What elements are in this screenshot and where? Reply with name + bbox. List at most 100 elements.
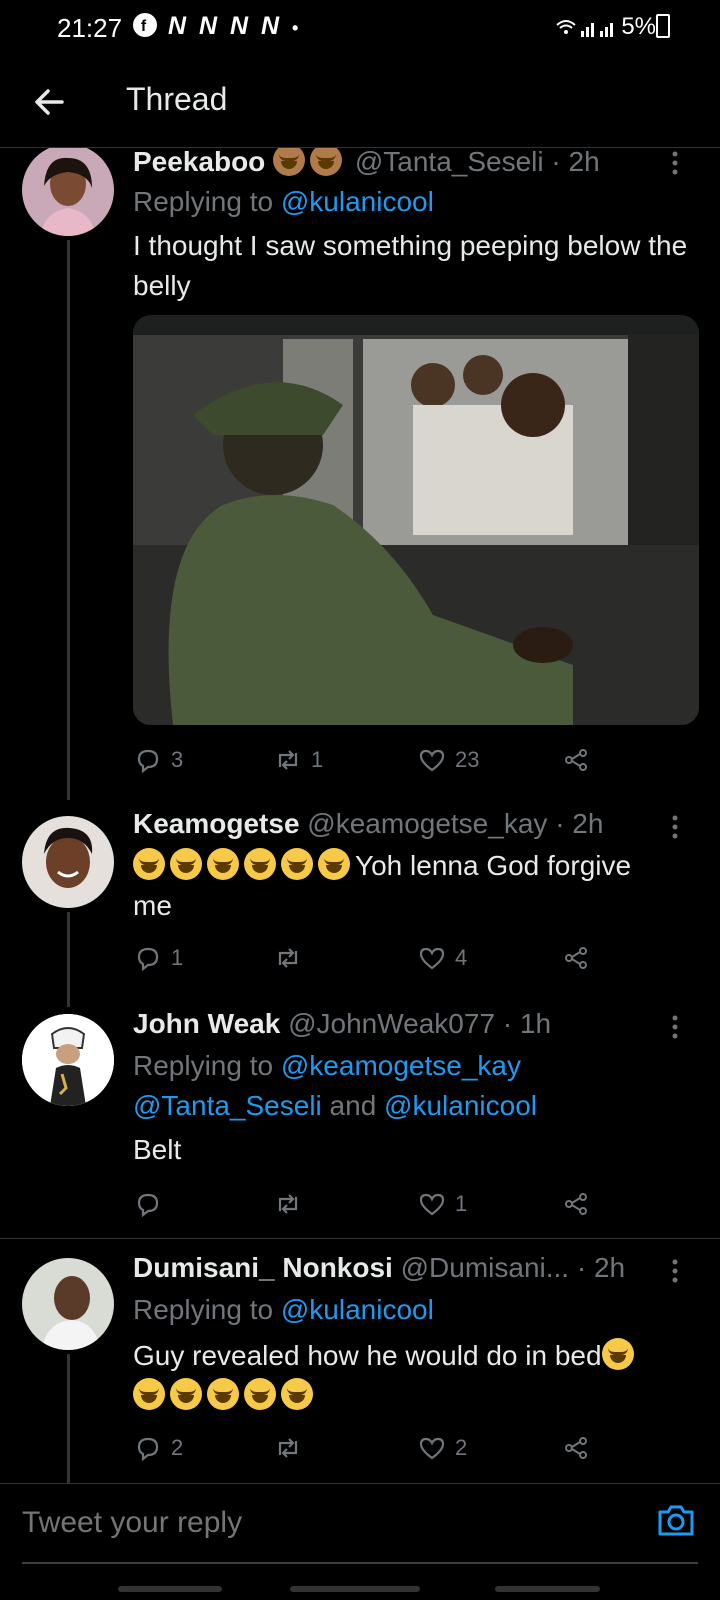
see-no-evil-monkey-emoji bbox=[273, 148, 306, 176]
retweet-button[interactable]: 1 bbox=[273, 740, 323, 780]
like-count: 4 bbox=[455, 945, 468, 970]
status-right: 5% bbox=[555, 13, 656, 41]
tweet-peekaboo[interactable]: Peekaboo @Tanta_Seseli · 2h Replying to … bbox=[0, 148, 720, 800]
share-button[interactable] bbox=[561, 1428, 591, 1468]
reply-button[interactable]: 1 bbox=[133, 938, 183, 978]
back-arrow-icon[interactable] bbox=[28, 80, 72, 124]
tweet-text: Guy revealed how he would do in bed bbox=[133, 1340, 602, 1371]
and-label: and bbox=[329, 1090, 377, 1121]
battery-icon bbox=[656, 14, 670, 38]
reply-count: 3 bbox=[171, 747, 184, 772]
tweet-time: · 2h bbox=[576, 1252, 626, 1283]
like-button[interactable]: 2 bbox=[417, 1428, 467, 1468]
tweet-header: John Weak @JohnWeak077 · 1h bbox=[133, 1008, 660, 1040]
reply-icon bbox=[137, 1437, 159, 1462]
like-icon bbox=[419, 1193, 445, 1216]
retweet-icon bbox=[278, 750, 298, 770]
tweet-divider bbox=[0, 1238, 720, 1239]
mention-link[interactable]: @kulanicool bbox=[281, 186, 434, 217]
photo-image bbox=[133, 315, 699, 725]
tears-of-joy-emoji bbox=[207, 1378, 239, 1410]
mention-link[interactable]: @Tanta_Seseli bbox=[133, 1090, 322, 1121]
display-name[interactable]: John Weak bbox=[133, 1008, 280, 1039]
tears-of-joy-emoji bbox=[133, 1378, 165, 1410]
avatar[interactable] bbox=[22, 1014, 114, 1106]
reply-count: 1 bbox=[171, 945, 184, 970]
nav-gesture-bar bbox=[290, 1586, 420, 1592]
display-name[interactable]: Dumisani_ Nonkosi bbox=[133, 1252, 393, 1283]
tweet-header: Peekaboo @Tanta_Seseli · 2h bbox=[133, 148, 660, 178]
share-button[interactable] bbox=[561, 740, 591, 780]
tears-of-joy-emoji bbox=[281, 848, 313, 880]
retweet-button[interactable] bbox=[273, 1184, 303, 1224]
retweet-icon bbox=[278, 948, 298, 968]
tweet-dumisani[interactable]: Dumisani_ Nonkosi @Dumisani... · 2h Repl… bbox=[0, 1252, 720, 1483]
tweet-time: · 2h bbox=[551, 148, 600, 177]
mention-link[interactable]: @kulanicool bbox=[281, 1294, 434, 1325]
mention-link[interactable]: @keamogetse_kay bbox=[281, 1050, 521, 1081]
reply-button[interactable]: 3 bbox=[133, 740, 183, 780]
thread-line bbox=[67, 240, 70, 800]
compose-underline bbox=[22, 1562, 698, 1564]
camera-icon[interactable] bbox=[654, 1498, 698, 1542]
tweet-reply-input[interactable] bbox=[22, 1506, 622, 1540]
user-handle[interactable]: @Tanta_Seseli bbox=[355, 148, 544, 177]
replying-to: Replying to @kulanicool bbox=[133, 182, 434, 222]
avatar[interactable] bbox=[22, 1258, 114, 1350]
svg-text:f: f bbox=[141, 18, 149, 35]
like-button[interactable]: 1 bbox=[417, 1184, 467, 1224]
reply-button[interactable] bbox=[133, 1184, 163, 1224]
avatar-image bbox=[22, 1014, 114, 1106]
more-icon[interactable] bbox=[670, 814, 680, 840]
replying-label: Replying to bbox=[133, 186, 274, 217]
page-title: Thread bbox=[126, 81, 228, 117]
tweet-photo[interactable] bbox=[133, 315, 699, 725]
reply-compose-bar bbox=[0, 1483, 720, 1600]
user-handle[interactable]: @Dumisani... bbox=[401, 1252, 569, 1283]
notification-letters: N N N N bbox=[167, 12, 283, 40]
display-name[interactable]: Keamogetse bbox=[133, 808, 300, 839]
retweet-button[interactable] bbox=[273, 1428, 303, 1468]
share-icon bbox=[565, 1437, 587, 1459]
share-icon bbox=[565, 947, 587, 969]
share-icon bbox=[565, 1193, 587, 1215]
tears-of-joy-emoji bbox=[170, 848, 202, 880]
tears-of-joy-emoji bbox=[133, 848, 165, 880]
like-count: 1 bbox=[455, 1191, 468, 1216]
avatar-image bbox=[22, 1258, 114, 1350]
thread-feed[interactable]: Peekaboo @Tanta_Seseli · 2h Replying to … bbox=[0, 148, 720, 1483]
share-button[interactable] bbox=[561, 1184, 591, 1224]
user-handle[interactable]: @keamogetse_kay bbox=[307, 808, 547, 839]
notification-dot: • bbox=[291, 18, 302, 38]
monkey-face-emoji bbox=[310, 148, 343, 176]
nav-gesture-bar bbox=[495, 1586, 600, 1592]
share-button[interactable] bbox=[561, 938, 591, 978]
reply-button[interactable]: 2 bbox=[133, 1428, 183, 1468]
display-name[interactable]: Peekaboo bbox=[133, 148, 265, 177]
tweet-header: Dumisani_ Nonkosi @Dumisani... · 2h bbox=[133, 1252, 660, 1284]
mention-link[interactable]: @kulanicool bbox=[384, 1090, 537, 1121]
reply-count: 2 bbox=[171, 1435, 184, 1460]
more-icon[interactable] bbox=[670, 150, 680, 176]
tweet-keamogetse[interactable]: Keamogetse @keamogetse_kay · 2h Yoh lenn… bbox=[0, 808, 720, 1007]
like-count: 23 bbox=[455, 747, 480, 772]
signal-icon bbox=[556, 20, 614, 37]
avatar[interactable] bbox=[22, 148, 114, 236]
user-handle[interactable]: @JohnWeak077 bbox=[288, 1008, 495, 1039]
replying-to: Replying to @keamogetse_kay @Tanta_Sesel… bbox=[133, 1046, 693, 1126]
retweet-icon bbox=[278, 1438, 298, 1458]
tweet-time: · 2h bbox=[555, 808, 604, 839]
thread-line bbox=[67, 912, 70, 1007]
tweet-john-weak[interactable]: John Weak @JohnWeak077 · 1h Replying to … bbox=[0, 1008, 720, 1228]
tweet-text-container: Yoh lenna God forgive me bbox=[133, 846, 673, 926]
notification-icon: f bbox=[133, 13, 157, 37]
more-icon[interactable] bbox=[670, 1014, 680, 1040]
battery-text: 5% bbox=[621, 13, 656, 40]
status-bar: 21:27 f N N N N • 5% bbox=[0, 0, 720, 56]
avatar[interactable] bbox=[22, 816, 114, 908]
more-icon[interactable] bbox=[670, 1258, 680, 1284]
retweet-button[interactable] bbox=[273, 938, 303, 978]
replying-label: Replying to bbox=[133, 1294, 274, 1325]
like-button[interactable]: 4 bbox=[417, 938, 467, 978]
like-button[interactable]: 23 bbox=[417, 740, 479, 780]
